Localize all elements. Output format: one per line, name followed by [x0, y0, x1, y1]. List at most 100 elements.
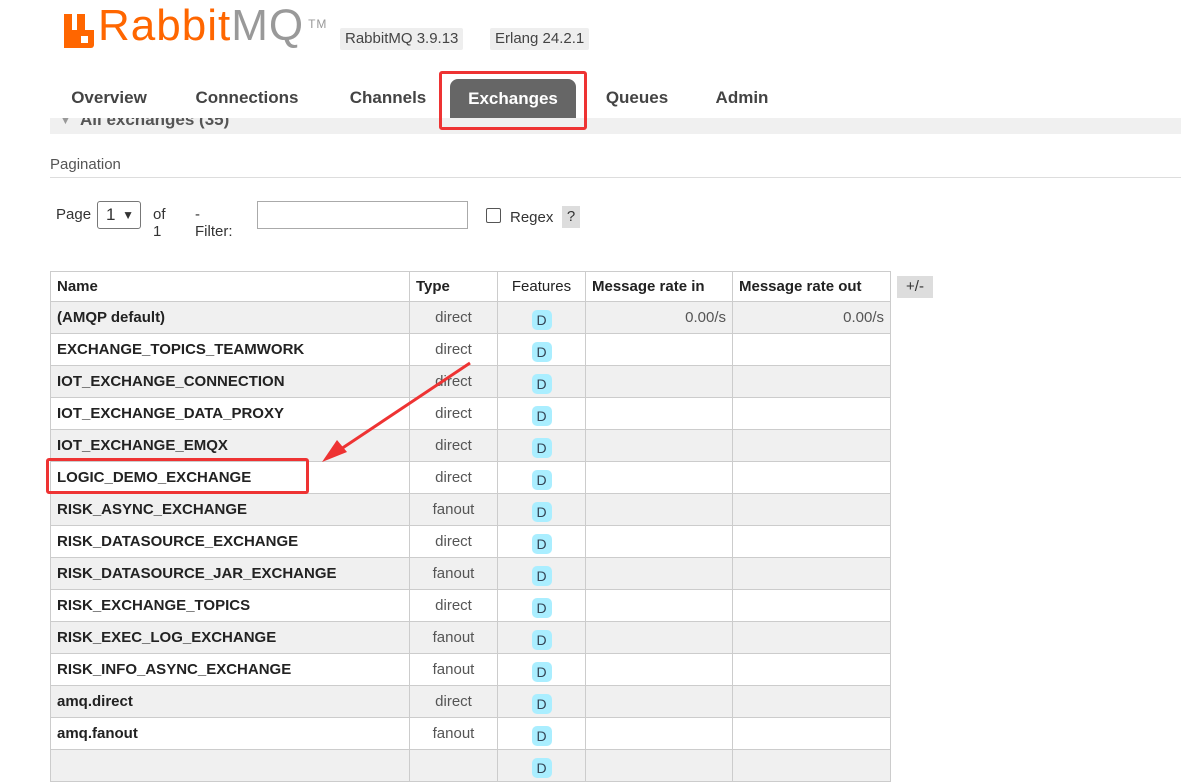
message-rate-out — [732, 525, 891, 558]
exchange-type: fanout — [409, 557, 498, 590]
regex-checkbox[interactable] — [486, 208, 501, 223]
all-exchanges-section-header[interactable]: ▼ All exchanges (35) — [50, 118, 1181, 134]
page-select-value: 1 — [106, 205, 116, 224]
exchange-type: fanout — [409, 717, 498, 750]
durable-badge: D — [531, 501, 552, 522]
table-row[interactable]: RISK_ASYNC_EXCHANGE fanout D — [50, 493, 891, 526]
exchange-name-link[interactable]: (AMQP default) — [50, 301, 410, 334]
table-row[interactable]: amq.direct direct D — [50, 685, 891, 718]
exchange-type: fanout — [409, 653, 498, 686]
filter-input[interactable] — [257, 201, 468, 229]
exchange-name-link[interactable]: RISK_INFO_ASYNC_EXCHANGE — [50, 653, 410, 686]
durable-badge: D — [531, 437, 552, 458]
message-rate-out — [732, 653, 891, 686]
logo-wordmark: RabbitMQ TM — [98, 1, 328, 50]
table-row[interactable]: IOT_EXCHANGE_EMQX direct D — [50, 429, 891, 462]
durable-badge: D — [531, 309, 552, 330]
durable-badge: D — [531, 597, 552, 618]
page-select[interactable]: 1 ▼ — [97, 201, 141, 229]
rabbitmq-version-badge: RabbitMQ 3.9.13 — [340, 28, 464, 50]
exchange-name-link[interactable]: amq.direct — [50, 685, 410, 718]
message-rate-in — [585, 333, 733, 366]
erlang-version-badge: Erlang 24.2.1 — [490, 28, 590, 50]
exchange-name-link[interactable]: IOT_EXCHANGE_DATA_PROXY — [50, 397, 410, 430]
table-row[interactable]: EXCHANGE_TOPICS_TEAMWORK direct D — [50, 333, 891, 366]
table-row[interactable]: IOT_EXCHANGE_CONNECTION direct D — [50, 365, 891, 398]
column-header-rate-in: Message rate in — [585, 271, 733, 302]
exchange-name-link[interactable]: RISK_DATASOURCE_JAR_EXCHANGE — [50, 557, 410, 590]
features-cell: D — [497, 621, 586, 654]
exchange-type: direct — [409, 685, 498, 718]
message-rate-out — [732, 685, 891, 718]
durable-badge: D — [531, 405, 552, 426]
exchange-type: direct — [409, 525, 498, 558]
message-rate-in — [585, 429, 733, 462]
features-cell: D — [497, 429, 586, 462]
features-cell: D — [497, 333, 586, 366]
features-cell: D — [497, 717, 586, 750]
message-rate-in — [585, 685, 733, 718]
table-row[interactable]: RISK_EXCHANGE_TOPICS direct D — [50, 589, 891, 622]
features-cell: D — [497, 557, 586, 590]
message-rate-out — [732, 461, 891, 494]
tab-exchanges[interactable]: Exchanges — [450, 79, 576, 118]
message-rate-out — [732, 493, 891, 526]
rabbit-logo-icon — [64, 12, 94, 48]
message-rate-in — [585, 653, 733, 686]
exchange-type: direct — [409, 429, 498, 462]
column-header-rate-out: Message rate out — [732, 271, 891, 302]
durable-badge: D — [531, 693, 552, 714]
exchange-name-link[interactable]: RISK_EXCHANGE_TOPICS — [50, 589, 410, 622]
regex-help-button[interactable]: ? — [562, 206, 580, 228]
features-cell: D — [497, 461, 586, 494]
features-cell: D — [497, 653, 586, 686]
message-rate-in — [585, 589, 733, 622]
message-rate-in — [585, 461, 733, 494]
message-rate-in — [585, 525, 733, 558]
pagination-heading: Pagination — [50, 156, 121, 173]
table-row[interactable]: RISK_DATASOURCE_JAR_EXCHANGE fanout D — [50, 557, 891, 590]
exchange-name-link[interactable]: EXCHANGE_TOPICS_TEAMWORK — [50, 333, 410, 366]
collapse-triangle-icon: ▼ — [60, 118, 71, 127]
columns-toggle-button[interactable]: +/- — [897, 276, 933, 298]
table-row[interactable]: (AMQP default) direct D 0.00/s 0.00/s — [50, 301, 891, 334]
durable-badge: D — [531, 757, 552, 778]
exchange-name-link[interactable]: IOT_EXCHANGE_CONNECTION — [50, 365, 410, 398]
column-header-type: Type — [409, 271, 498, 302]
message-rate-in — [585, 365, 733, 398]
column-header-name: Name — [50, 271, 410, 302]
table-row[interactable]: RISK_DATASOURCE_EXCHANGE direct D — [50, 525, 891, 558]
message-rate-out — [732, 397, 891, 430]
exchange-name-link[interactable]: amq.fanout — [50, 717, 410, 750]
table-row[interactable]: RISK_INFO_ASYNC_EXCHANGE fanout D — [50, 653, 891, 686]
table-row[interactable]: LOGIC_DEMO_EXCHANGE direct D — [50, 461, 891, 494]
table-row[interactable]: amq.fanout fanout D — [50, 717, 891, 750]
durable-badge: D — [531, 661, 552, 682]
regex-label: Regex — [510, 209, 554, 226]
message-rate-out — [732, 333, 891, 366]
table-row[interactable]: IOT_EXCHANGE_DATA_PROXY direct D — [50, 397, 891, 430]
tab-overview[interactable]: Overview — [50, 78, 168, 118]
rabbitmq-logo[interactable]: RabbitMQ TM — [64, 4, 327, 48]
exchange-name-link[interactable]: IOT_EXCHANGE_EMQX — [50, 429, 410, 462]
exchange-type: direct — [409, 333, 498, 366]
tab-connections[interactable]: Connections — [180, 78, 314, 118]
durable-badge: D — [531, 469, 552, 490]
page-label: Page — [56, 206, 92, 223]
exchanges-table: Name Type Features Message rate in Messa… — [50, 271, 891, 782]
exchange-name-link[interactable]: LOGIC_DEMO_EXCHANGE — [50, 461, 410, 494]
exchange-name-link[interactable]: RISK_EXEC_LOG_EXCHANGE — [50, 621, 410, 654]
durable-badge: D — [531, 341, 552, 362]
tab-channels[interactable]: Channels — [328, 78, 448, 118]
message-rate-out — [732, 557, 891, 590]
features-cell: D — [497, 589, 586, 622]
exchange-name-link[interactable]: RISK_ASYNC_EXCHANGE — [50, 493, 410, 526]
message-rate-out — [732, 365, 891, 398]
tab-queues[interactable]: Queues — [590, 78, 684, 118]
chevron-down-icon: ▼ — [122, 208, 134, 222]
exchange-name-link[interactable]: RISK_DATASOURCE_EXCHANGE — [50, 525, 410, 558]
message-rate-out: 0.00/s — [732, 301, 891, 334]
tab-admin[interactable]: Admin — [702, 78, 782, 118]
durable-badge: D — [531, 533, 552, 554]
table-row[interactable]: RISK_EXEC_LOG_EXCHANGE fanout D — [50, 621, 891, 654]
